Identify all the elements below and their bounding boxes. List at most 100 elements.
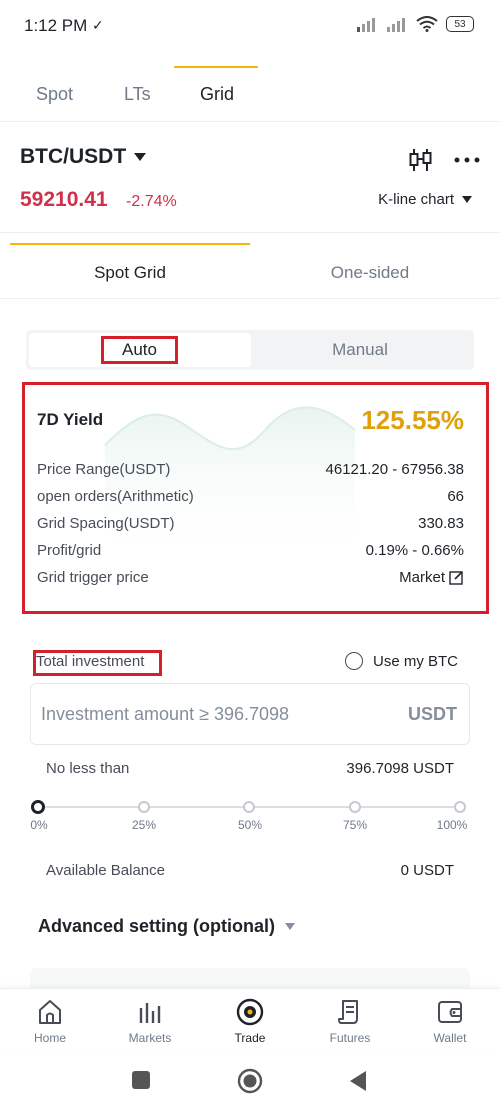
use-my-btc-label: Use my BTC [372,652,458,670]
slider-tick-label: 0% [30,818,48,832]
nav-wallet[interactable]: Wallet [400,997,500,1045]
slider-stop-100[interactable] [454,801,466,813]
status-time: 1:12 PM [24,16,88,35]
info-value: 66 [447,488,464,505]
investment-amount-input[interactable]: Investment amount ≥ 396.7098 USDT [30,683,470,745]
home-icon [39,1000,61,1024]
info-value: Market [399,569,445,586]
nav-label: Wallet [433,1031,467,1045]
slider-stop-50[interactable] [243,801,255,813]
radio-icon [344,652,363,670]
slider-stop-25[interactable] [137,801,150,813]
advanced-setting-toggle[interactable]: Advanced setting (optional) [38,916,296,937]
chevron-down-icon [462,196,472,203]
status-bar: 1:12 PM ✓ 53 [0,0,500,50]
info-label: Price Range(USDT) [37,461,171,478]
investment-slider[interactable] [31,800,466,814]
recents-icon[interactable] [131,1070,151,1090]
nav-label: Trade [234,1031,266,1045]
slider-tick-label: 50% [237,818,263,832]
info-row-open-orders: open orders(Arithmetic) 66 [37,488,464,508]
manual-mode-button[interactable]: Manual [249,333,471,367]
info-row-profit-grid: Profit/grid 0.19% - 0.66% [37,542,464,562]
info-label: Grid trigger price [37,569,149,586]
markets-icon [139,1003,161,1023]
signal-icon [357,18,375,32]
nav-futures[interactable]: Futures [300,997,400,1045]
slider-tick-label: 75% [342,818,368,832]
battery-icon: 53 [446,16,474,32]
edit-icon [449,571,463,585]
yield-value: 125.55% [361,405,464,435]
available-balance-row: Available Balance 0 USDT [46,862,454,882]
candlestick-icon[interactable] [408,147,434,173]
trigger-price-edit[interactable]: Market [399,569,464,586]
slider-tick-label: 25% [131,818,157,832]
chevron-down-icon [134,153,147,161]
wallet-icon [438,1001,462,1023]
nav-label: Futures [329,1031,371,1045]
advanced-setting-label: Advanced setting (optional) [38,916,276,936]
info-value: 330.83 [418,515,464,532]
info-label: open orders(Arithmetic) [37,488,194,505]
futures-icon [338,1000,358,1024]
top-tab-indicator [174,66,258,68]
status-icons: 53 [356,16,474,32]
slider-tick-label: 100% [436,818,468,832]
slider-stop-75[interactable] [348,801,361,813]
no-less-than-label: No less than [46,760,130,777]
info-value: 46121.20 - 67956.38 [325,461,464,478]
auto-mode-label: Auto [122,340,157,359]
info-row-grid-spacing: Grid Spacing(USDT) 330.83 [37,515,464,535]
wifi-icon [416,16,438,32]
info-value: 0.19% - 0.66% [365,542,464,559]
price-change: -2.74% [126,193,177,210]
sub-tabs: Spot Grid One-sided [0,232,500,299]
investment-unit: USDT [408,704,457,724]
pair-row: BTC/USDT [20,145,480,175]
tab-one-sided[interactable]: One-sided [250,263,490,283]
bottom-nav: Home Markets Trade Futures Wallet [0,988,500,1050]
nav-trade[interactable]: Trade [200,997,300,1045]
nav-markets[interactable]: Markets [100,997,200,1045]
available-balance-value: 0 USDT [400,862,454,879]
investment-placeholder: Investment amount ≥ 396.7098 [41,704,290,724]
more-icon[interactable] [454,157,480,163]
signal-icon-2 [387,18,405,32]
tab-lts[interactable]: LTs [124,84,151,105]
tab-spot-grid[interactable]: Spot Grid [10,263,250,283]
nav-label: Home [33,1031,66,1045]
chevron-down-icon [285,923,296,930]
pair-selector[interactable]: BTC/USDT [20,145,147,169]
tab-grid[interactable]: Grid [200,84,234,105]
info-row-trigger-price: Grid trigger price Market [37,569,464,589]
slider-handle[interactable] [31,800,45,814]
price-row: 59210.41 -2.74% K-line chart [20,188,480,216]
use-my-btc-option[interactable]: Use my BTC [344,652,458,670]
kline-label: K-line chart [378,191,454,208]
tab-spot[interactable]: Spot [36,84,73,105]
info-row-price-range: Price Range(USDT) 46121.20 - 67956.38 [37,461,464,481]
minimum-investment-row: No less than 396.7098 USDT [46,760,454,780]
yield-title: 7D Yield [37,410,104,429]
nav-home[interactable]: Home [0,997,100,1045]
no-less-than-value: 396.7098 USDT [346,760,454,777]
info-label: Grid Spacing(USDT) [37,515,175,532]
nav-label: Markets [128,1031,172,1045]
home-button-icon[interactable] [237,1068,263,1094]
info-label: Profit/grid [37,542,102,559]
back-icon[interactable] [348,1070,368,1092]
trade-icon [236,998,264,1026]
send-status-icon: ✓ [92,17,104,33]
total-investment-label: Total investment [36,653,145,670]
last-price: 59210.41 [20,188,108,211]
yield-card: 7D Yield 125.55% Price Range(USDT) 46121… [22,382,489,614]
sub-tab-indicator [10,243,250,245]
mode-toggle: Manual [26,330,474,370]
kline-chart-toggle[interactable]: K-line chart [378,191,472,208]
top-tabs: Spot LTs Grid [0,60,500,122]
available-balance-label: Available Balance [46,862,165,879]
system-nav-bar [0,1052,500,1111]
pair-name: BTC/USDT [20,145,127,168]
pair-actions [408,147,480,173]
